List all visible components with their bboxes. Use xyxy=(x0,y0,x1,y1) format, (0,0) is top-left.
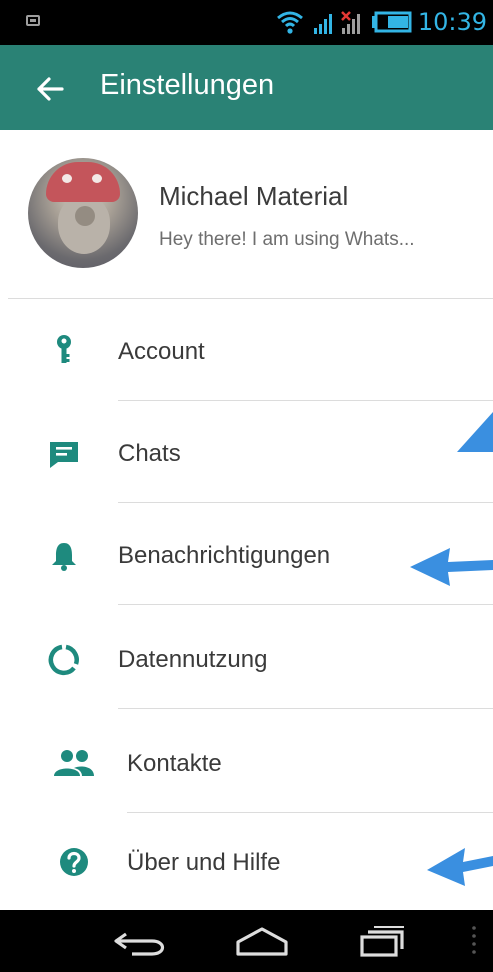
settings-item-account[interactable]: Account xyxy=(0,300,493,401)
app-bar: Einstellungen xyxy=(0,45,493,130)
navigation-bar xyxy=(0,910,493,972)
home-nav-icon[interactable] xyxy=(234,926,290,956)
annotation-arrow-left xyxy=(410,548,493,586)
settings-item-data-usage[interactable]: Datennutzung xyxy=(0,606,493,709)
help-icon xyxy=(60,848,88,876)
contacts-icon xyxy=(54,750,94,776)
settings-item-label: Kontakte xyxy=(127,750,222,777)
wifi-icon xyxy=(277,11,303,34)
settings-item-chats[interactable]: Chats xyxy=(0,402,493,503)
settings-item-contacts[interactable]: Kontakte xyxy=(0,710,493,813)
recent-apps-icon[interactable] xyxy=(360,925,406,957)
settings-item-label: Chats xyxy=(118,440,181,467)
divider xyxy=(118,708,493,709)
status-bar: 10:39 xyxy=(0,0,493,45)
divider xyxy=(118,400,493,401)
signal-icon xyxy=(314,14,332,34)
settings-item-help[interactable]: Über und Hilfe xyxy=(0,814,493,914)
page-title: Einstellungen xyxy=(100,69,275,101)
back-nav-icon[interactable] xyxy=(112,930,168,956)
profile-name: Michael Material xyxy=(159,181,349,211)
settings-item-label: Datennutzung xyxy=(118,646,268,673)
profile-status: Hey there! I am using Whats... xyxy=(159,229,415,250)
divider xyxy=(127,812,493,813)
battery-icon xyxy=(372,11,412,33)
signal-no-sim-icon xyxy=(341,11,360,34)
divider xyxy=(8,298,493,299)
annotation-arrow-up xyxy=(457,412,493,452)
annotation-arrow-left xyxy=(427,848,493,886)
divider xyxy=(118,502,493,503)
settings-item-label: Über und Hilfe xyxy=(127,849,281,876)
bell-icon xyxy=(52,543,76,571)
avatar[interactable] xyxy=(28,158,138,268)
settings-item-label: Account xyxy=(118,338,205,365)
chat-icon xyxy=(50,442,78,468)
divider xyxy=(118,604,493,605)
key-icon xyxy=(57,335,71,363)
status-time: 10:39 xyxy=(417,8,487,36)
settings-item-label: Benachrichtigungen xyxy=(118,542,331,569)
data-usage-icon xyxy=(48,644,79,676)
status-icons xyxy=(277,11,412,34)
menu-dots-icon[interactable] xyxy=(470,924,478,958)
arrow-back-icon[interactable] xyxy=(36,75,64,103)
image-notification-icon xyxy=(26,15,40,26)
